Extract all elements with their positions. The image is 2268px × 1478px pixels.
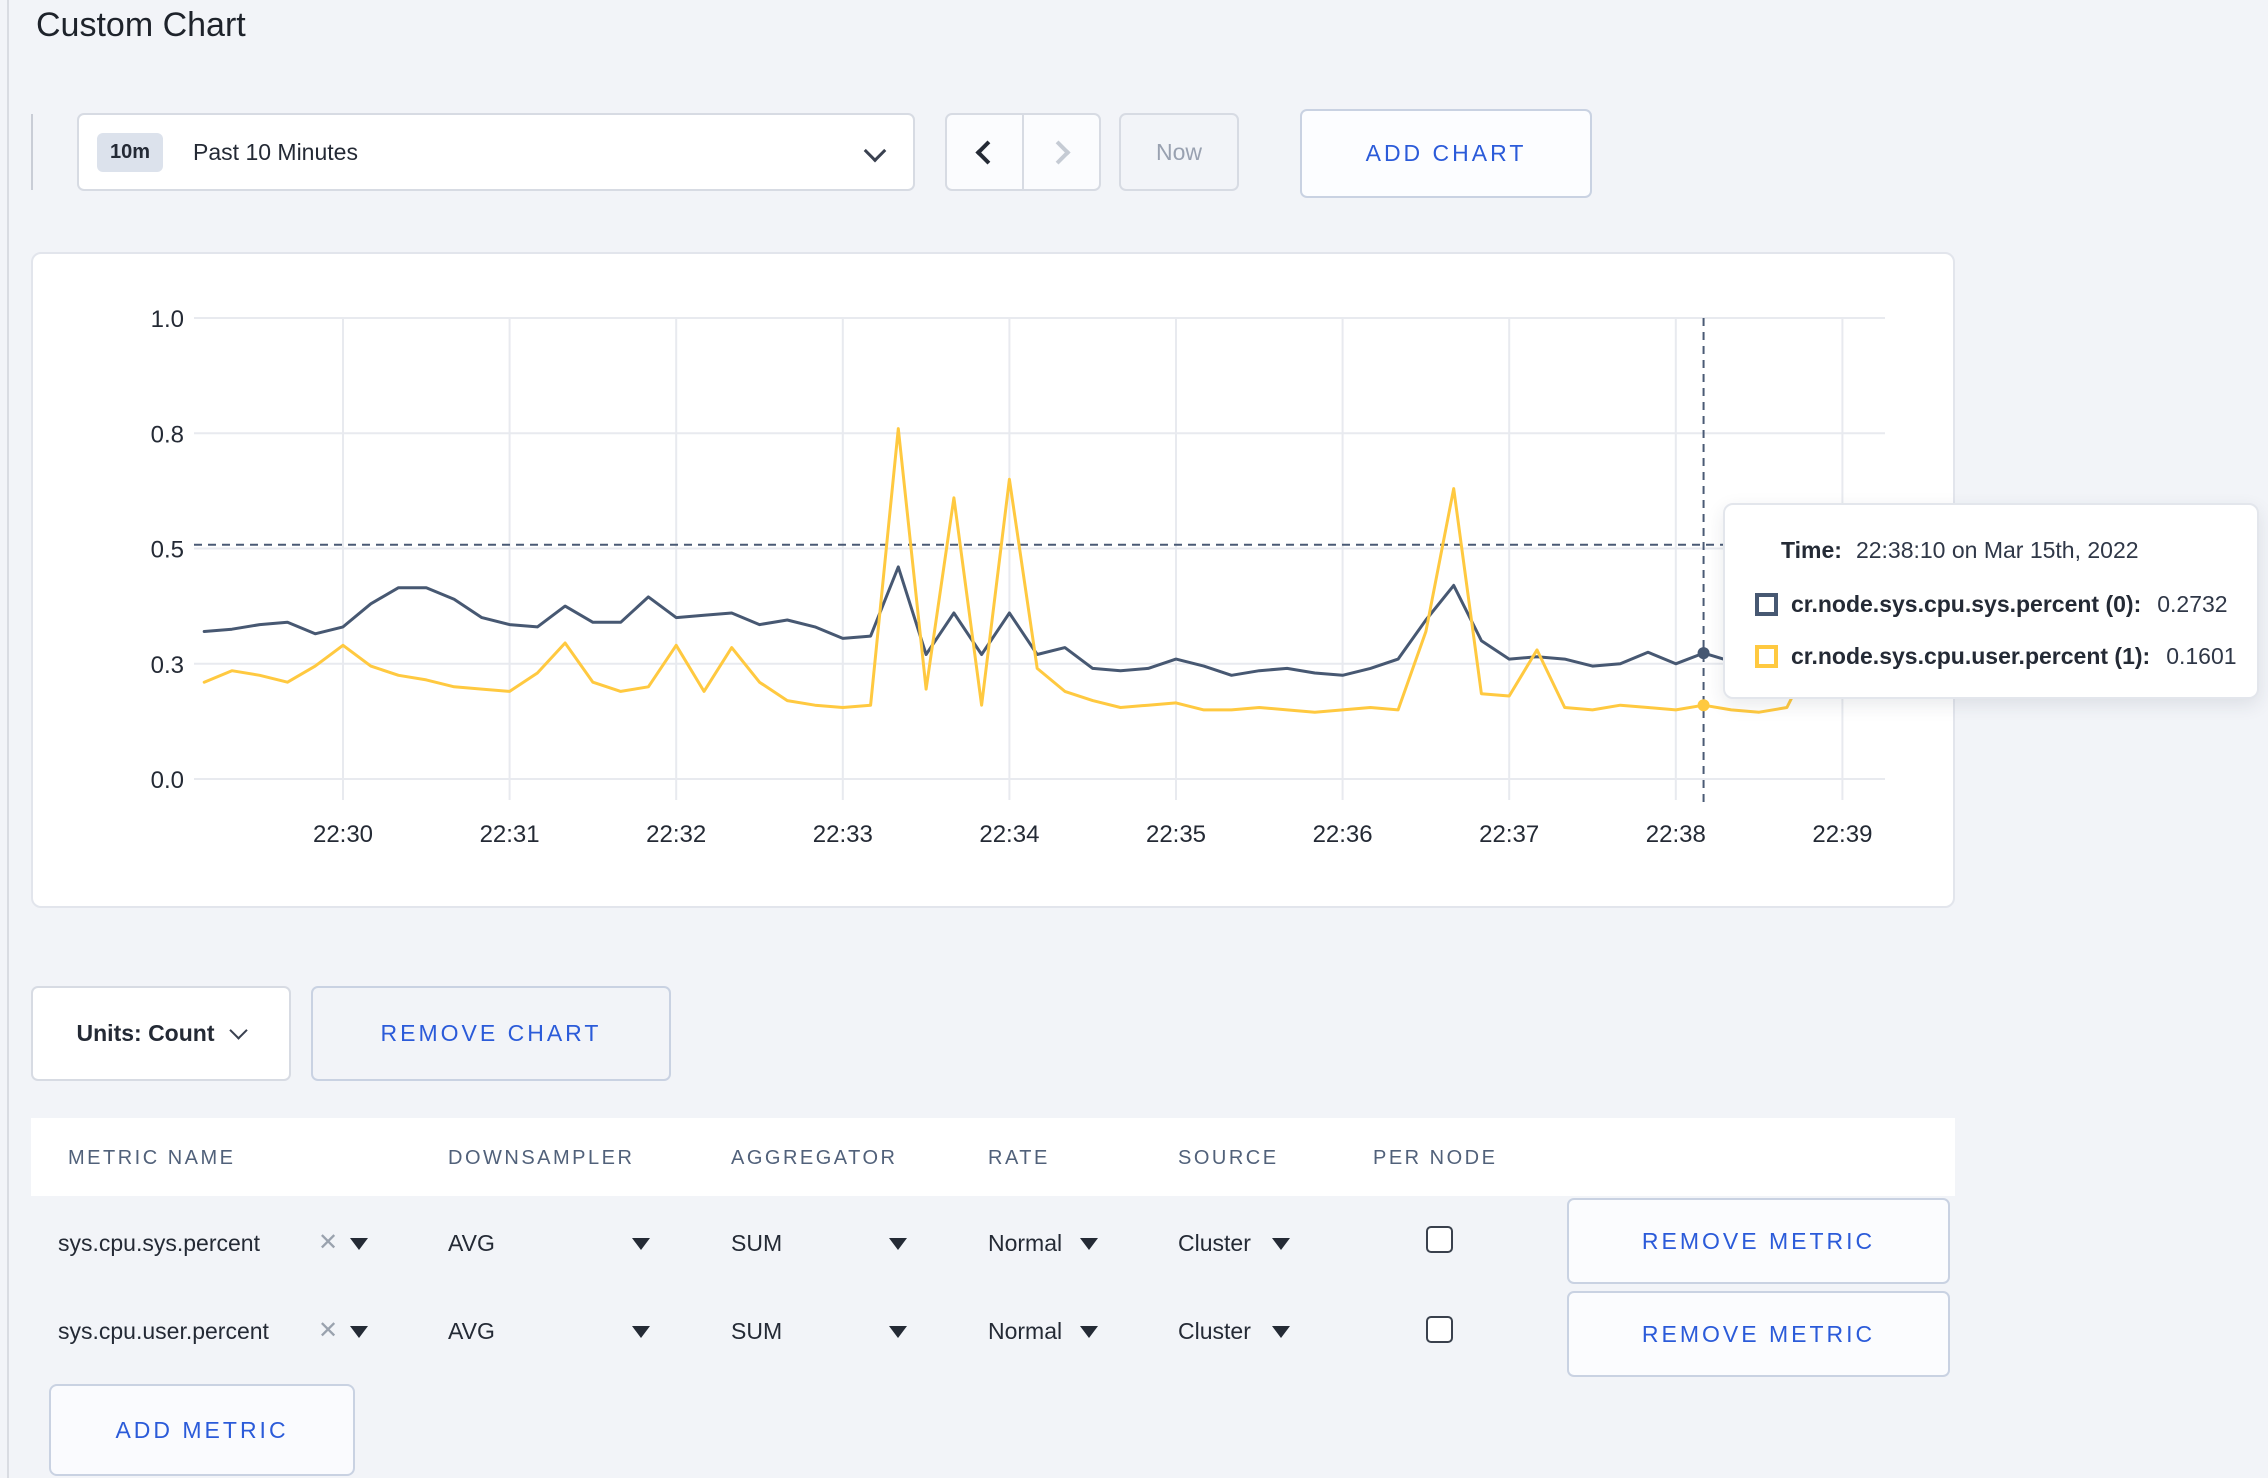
chevron-left-icon [975, 139, 1000, 165]
clear-metric-icon[interactable]: ✕ [318, 1228, 338, 1257]
caret-down-icon[interactable] [632, 1238, 650, 1250]
tooltip-time-row: Time: 22:38:10 on Mar 15th, 2022 [1781, 537, 2139, 564]
time-prev-button[interactable] [947, 115, 1022, 189]
toolbar-divider [31, 114, 33, 190]
chevron-down-icon [229, 1021, 249, 1040]
y-axis-tick-label: 0.5 [151, 537, 184, 564]
series-swatch-icon [1755, 593, 1778, 616]
tooltip-series-row: cr.node.sys.cpu.user.percent (1): 0.1601 [1755, 643, 2237, 670]
y-axis-tick-label: 0.0 [151, 767, 184, 794]
caret-down-icon[interactable] [1080, 1326, 1098, 1338]
page-left-border [7, 0, 9, 1478]
now-button[interactable]: Now [1119, 113, 1239, 191]
x-axis-tick-label: 22:38 [1646, 821, 1706, 848]
per-node-checkbox[interactable] [1426, 1226, 1453, 1253]
x-axis-tick-label: 22:33 [813, 821, 873, 848]
page-title: Custom Chart [36, 6, 246, 44]
col-header-aggregator: AGGREGATOR [731, 1147, 898, 1169]
chart-hover-tooltip: Time: 22:38:10 on Mar 15th, 2022 cr.node.… [1723, 503, 2259, 699]
caret-down-icon[interactable] [632, 1326, 650, 1338]
hover-point-dot [1697, 699, 1710, 712]
rate-select[interactable]: Normal [988, 1318, 1062, 1345]
downsampler-select[interactable]: AVG [448, 1230, 495, 1257]
tooltip-series-value: 0.2732 [2157, 591, 2228, 617]
source-select[interactable]: Cluster [1178, 1318, 1251, 1345]
clear-metric-icon[interactable]: ✕ [318, 1316, 338, 1345]
chart-plot[interactable]: 0.0 0.3 0.5 0.8 1.0 22:30 22:31 22:32 22:33 22:34… [33, 254, 1957, 910]
aggregator-select[interactable]: SUM [731, 1230, 782, 1257]
col-header-metric-name: METRIC NAME [68, 1147, 236, 1169]
per-node-checkbox[interactable] [1426, 1316, 1453, 1343]
downsampler-select[interactable]: AVG [448, 1318, 495, 1345]
col-header-rate: RATE [988, 1147, 1050, 1169]
time-nav-group [945, 113, 1101, 191]
units-label: Units: Count [76, 1020, 215, 1046]
caret-down-icon[interactable] [889, 1326, 907, 1338]
caret-down-icon[interactable] [350, 1326, 368, 1338]
metric-name-select[interactable]: sys.cpu.sys.percent [58, 1230, 260, 1257]
remove-metric-button[interactable]: REMOVE METRIC [1567, 1198, 1950, 1284]
units-dropdown[interactable]: Units: Count [31, 986, 291, 1081]
series-line [202, 427, 1872, 714]
chevron-down-icon [863, 139, 887, 163]
tooltip-series-label: cr.node.sys.cpu.sys.percent (0): [1791, 591, 2142, 617]
tooltip-series-label: cr.node.sys.cpu.user.percent (1): [1791, 643, 2151, 669]
time-next-button[interactable] [1022, 115, 1099, 189]
time-range-label: Past 10 Minutes [193, 138, 358, 165]
y-axis-tick-label: 1.0 [151, 306, 184, 333]
x-axis-tick-label: 22:30 [313, 821, 373, 848]
x-axis-tick-label: 22:37 [1479, 821, 1539, 848]
col-header-downsampler: DOWNSAMPLER [448, 1147, 635, 1169]
remove-metric-button[interactable]: REMOVE METRIC [1567, 1291, 1950, 1377]
tooltip-time-label: Time: [1781, 537, 1842, 563]
caret-down-icon[interactable] [1080, 1238, 1098, 1250]
x-axis-tick-label: 22:34 [979, 821, 1039, 848]
x-axis-tick-label: 22:31 [480, 821, 540, 848]
y-axis-tick-label: 0.3 [151, 652, 184, 679]
y-axis-tick-label: 0.8 [151, 421, 184, 448]
x-axis-tick-label: 22:32 [646, 821, 706, 848]
tooltip-series-row: cr.node.sys.cpu.sys.percent (0): 0.2732 [1755, 591, 2228, 618]
caret-down-icon[interactable] [1272, 1326, 1290, 1338]
caret-down-icon[interactable] [889, 1238, 907, 1250]
add-chart-button[interactable]: ADD CHART [1300, 109, 1592, 198]
caret-down-icon[interactable] [1272, 1238, 1290, 1250]
chart-card: 0.0 0.3 0.5 0.8 1.0 22:30 22:31 22:32 22:33 22:34… [31, 252, 1955, 908]
tooltip-series-value: 0.1601 [2166, 643, 2237, 669]
col-header-per-node: PER NODE [1373, 1147, 1498, 1169]
remove-chart-button[interactable]: REMOVE CHART [311, 986, 671, 1081]
chevron-right-icon [1046, 139, 1071, 165]
rate-select[interactable]: Normal [988, 1230, 1062, 1257]
x-axis-tick-label: 22:35 [1146, 821, 1206, 848]
hover-point-dot [1697, 647, 1710, 660]
caret-down-icon[interactable] [350, 1238, 368, 1250]
source-select[interactable]: Cluster [1178, 1230, 1251, 1257]
tooltip-time-value: 22:38:10 on Mar 15th, 2022 [1855, 537, 2139, 563]
metric-name-select[interactable]: sys.cpu.user.percent [58, 1318, 269, 1345]
time-range-badge: 10m [97, 132, 164, 172]
add-metric-button[interactable]: ADD METRIC [49, 1384, 355, 1476]
time-range-dropdown[interactable]: 10m Past 10 Minutes [77, 113, 915, 191]
col-header-source: SOURCE [1178, 1147, 1279, 1169]
x-axis-tick-label: 22:36 [1313, 821, 1373, 848]
series-swatch-icon [1755, 645, 1778, 668]
x-axis-tick-label: 22:39 [1812, 821, 1872, 848]
aggregator-select[interactable]: SUM [731, 1318, 782, 1345]
